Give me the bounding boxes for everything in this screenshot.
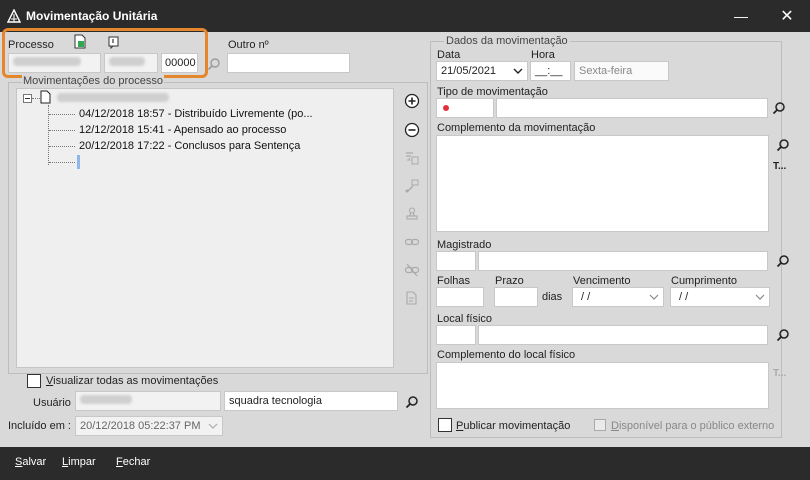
- action-bar: Salvar Limpar Fechar: [0, 447, 810, 480]
- hora-field[interactable]: __:__: [530, 61, 571, 81]
- tree-new-item-caret[interactable]: [77, 155, 80, 169]
- dados-legend: Dados da movimentação: [444, 35, 570, 47]
- incluido-em-value: 20/12/2018 05:22:37 PM: [80, 420, 201, 432]
- local-fisico-code-field[interactable]: [436, 325, 476, 345]
- publicar-label: Publicar movimentação: [456, 420, 571, 432]
- prazo-field[interactable]: [494, 287, 538, 307]
- move-icon: [405, 179, 419, 193]
- document-history-icon: [406, 291, 417, 305]
- text-format-local-icon: T...: [773, 368, 787, 379]
- dias-label: dias: [542, 291, 563, 303]
- link-icon: [404, 238, 420, 246]
- disponivel-checkbox: [594, 419, 606, 431]
- search-tipo-icon[interactable]: [772, 101, 786, 115]
- tree-item[interactable]: 20/12/2018 17:22 - Conclusos para Senten…: [79, 140, 300, 152]
- search-processo-icon[interactable]: [207, 57, 221, 71]
- tipo-movimentacao-label: Tipo de movimentação: [437, 86, 548, 98]
- transfer-document-icon: [406, 152, 419, 165]
- usuario-name-field[interactable]: squadra tecnologia: [224, 391, 398, 411]
- close-icon: ✕: [780, 8, 794, 25]
- visualizar-todas-checkbox[interactable]: [27, 374, 41, 388]
- text-format-icon[interactable]: T...: [773, 161, 786, 172]
- app-logo-icon: [7, 9, 21, 23]
- usuario-login-field: [75, 391, 221, 411]
- hora-label: Hora: [531, 49, 555, 61]
- search-complemento-icon[interactable]: [776, 138, 790, 152]
- incluido-em-label: Incluído em :: [8, 420, 71, 432]
- salvar-button[interactable]: Salvar: [15, 456, 46, 468]
- complemento-label: Complemento da movimentação: [437, 122, 596, 134]
- folhas-field[interactable]: [436, 287, 484, 307]
- fechar-button[interactable]: Fechar: [116, 456, 150, 468]
- vencimento-label: Vencimento: [573, 275, 631, 287]
- tipo-movimentacao-code-field[interactable]: [436, 98, 494, 118]
- complemento-local-label: Complemento do local físico: [437, 349, 576, 361]
- complemento-local-textarea[interactable]: [436, 362, 769, 409]
- visualizar-todas-label: Visualizar todas as movimentações: [46, 375, 219, 387]
- remove-icon[interactable]: [404, 122, 420, 138]
- outro-numero-field[interactable]: [227, 53, 350, 73]
- folhas-label: Folhas: [437, 275, 471, 287]
- data-label: Data: [437, 49, 461, 61]
- magistrado-label: Magistrado: [437, 239, 492, 251]
- chevron-down-icon[interactable]: [649, 292, 659, 302]
- search-usuario-icon[interactable]: [405, 395, 419, 409]
- search-magistrado-icon[interactable]: [776, 254, 790, 268]
- stamp-icon: [406, 207, 418, 220]
- tree-item[interactable]: 12/12/2018 15:41 - Apensado ao processo: [79, 124, 286, 136]
- incluido-em-field: 20/12/2018 05:22:37 PM: [75, 416, 223, 436]
- chevron-down-icon[interactable]: [755, 292, 765, 302]
- local-fisico-label: Local físico: [437, 313, 493, 325]
- publicar-checkbox[interactable]: [438, 418, 452, 432]
- outro-numero-label: Outro nº: [228, 39, 269, 51]
- tipo-movimentacao-desc-field[interactable]: [496, 98, 768, 118]
- processo-highlight-box: [2, 28, 208, 78]
- close-button[interactable]: ✕: [764, 0, 810, 32]
- weekday-field: Sexta-feira: [574, 61, 669, 81]
- tree-root-document-icon: [40, 90, 51, 104]
- limpar-button[interactable]: Limpar: [62, 456, 96, 468]
- minimize-button[interactable]: —: [718, 0, 764, 32]
- add-icon[interactable]: [404, 93, 420, 109]
- cumprimento-field[interactable]: / /: [670, 287, 770, 307]
- required-indicator: [443, 105, 449, 111]
- unlink-icon: [404, 263, 420, 277]
- prazo-label: Prazo: [495, 275, 524, 287]
- cumprimento-label: Cumprimento: [671, 275, 738, 287]
- usuario-label: Usuário: [33, 397, 71, 409]
- window-title: Movimentação Unitária: [26, 9, 158, 23]
- vencimento-value: / /: [581, 291, 591, 303]
- movimentacoes-tree[interactable]: 04/12/2018 18:57 - Distribuído Livrement…: [16, 88, 394, 368]
- vencimento-field[interactable]: / /: [572, 287, 664, 307]
- magistrado-name-field[interactable]: [478, 251, 768, 271]
- minimize-icon: —: [734, 8, 748, 24]
- search-local-icon[interactable]: [776, 328, 790, 342]
- tree-item[interactable]: 04/12/2018 18:57 - Distribuído Livrement…: [79, 108, 313, 120]
- magistrado-code-field[interactable]: [436, 251, 476, 271]
- complemento-textarea[interactable]: [436, 135, 769, 232]
- data-field[interactable]: 21/05/2021: [436, 61, 528, 81]
- movimentacoes-legend: Movimentações do processo: [22, 75, 165, 87]
- tree-root-label: [57, 93, 169, 105]
- cumprimento-value: / /: [679, 291, 689, 303]
- disponivel-label: Disponível para o público externo: [611, 420, 775, 432]
- data-value: 21/05/2021: [441, 65, 497, 77]
- chevron-down-icon[interactable]: [513, 66, 523, 76]
- chevron-down-icon: [208, 423, 218, 429]
- tree-collapse-toggle[interactable]: [23, 94, 32, 103]
- local-fisico-desc-field[interactable]: [478, 325, 768, 345]
